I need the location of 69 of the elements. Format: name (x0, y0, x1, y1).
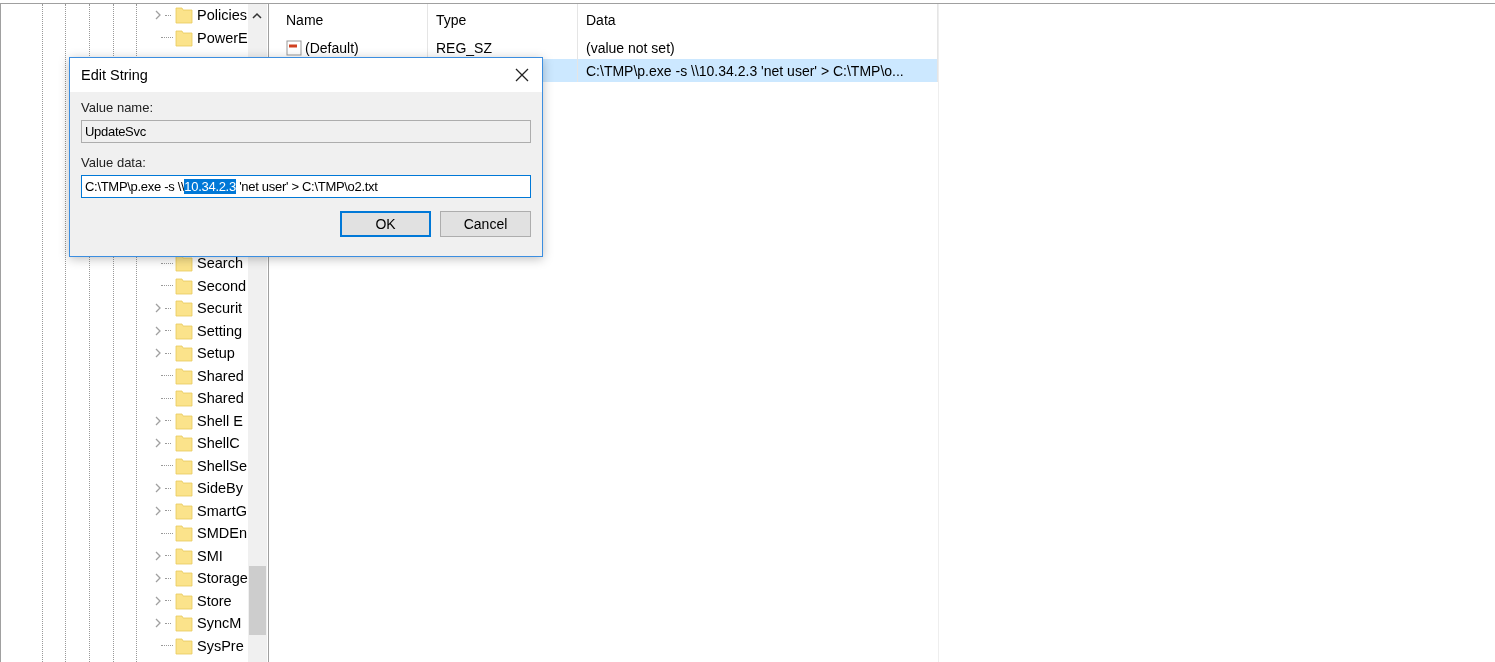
folder-icon (175, 591, 193, 610)
close-icon[interactable] (515, 68, 529, 82)
folder-icon (175, 366, 193, 385)
expand-chevron-icon[interactable] (155, 595, 161, 606)
expand-chevron-icon[interactable] (155, 618, 161, 629)
scroll-up-icon[interactable] (252, 12, 262, 19)
tree-item[interactable]: Shell E (197, 412, 243, 429)
tree-item[interactable]: Shared (197, 390, 244, 407)
folder-icon (175, 456, 193, 475)
column-header[interactable]: Data (578, 4, 938, 36)
folder-icon (175, 569, 193, 588)
field-label: Value name: (81, 100, 155, 115)
dialog-button[interactable]: OK (340, 211, 431, 237)
folder-icon (175, 389, 193, 408)
expand-chevron-icon[interactable] (155, 303, 161, 314)
folder-icon (175, 636, 193, 655)
folder-icon (175, 321, 193, 340)
folder-icon (175, 28, 193, 47)
folder-icon (175, 614, 193, 633)
expand-chevron-icon[interactable] (155, 573, 161, 584)
expand-chevron-icon[interactable] (155, 415, 161, 426)
column-header[interactable]: Type (428, 4, 578, 36)
folder-icon (175, 501, 193, 520)
tree-item[interactable]: Setup (197, 345, 235, 362)
tree-item[interactable]: SideBy (197, 480, 243, 497)
scroll-thumb[interactable] (249, 566, 266, 635)
dialog-title: Edit String (81, 67, 148, 83)
tree-item[interactable]: SmartG (197, 502, 247, 519)
value-type: REG_SZ (436, 39, 492, 56)
folder-icon (175, 276, 193, 295)
tree-item[interactable]: SMDEn (197, 525, 247, 542)
expand-chevron-icon[interactable] (155, 348, 161, 359)
value-data: (value not set) (586, 39, 675, 56)
tree-item[interactable]: SysPre (197, 637, 244, 654)
folder-icon (175, 299, 193, 318)
folder-icon (175, 524, 193, 543)
tree-item[interactable]: SyncM (197, 615, 242, 632)
tree-item[interactable]: Search (197, 255, 243, 272)
expand-chevron-icon[interactable] (155, 483, 161, 494)
tree-item[interactable]: Store (197, 592, 232, 609)
field-label: Value data: (81, 155, 147, 170)
tree-item[interactable]: Storage (197, 570, 248, 587)
expand-chevron-icon[interactable] (155, 550, 161, 561)
folder-icon (175, 6, 193, 25)
value-name: (Default) (305, 39, 359, 56)
value-data-field[interactable]: C:\TMP\p.exe -s \\10.34.2.3 'net user' > C:\TMP\o2.txt (81, 175, 531, 198)
folder-icon (175, 344, 193, 363)
tree-item[interactable]: Shared (197, 367, 244, 384)
dialog-button[interactable]: Cancel (440, 211, 531, 237)
folder-icon (175, 546, 193, 565)
expand-chevron-icon[interactable] (155, 10, 161, 21)
folder-icon (175, 434, 193, 453)
value-name-field[interactable]: UpdateSvc (81, 120, 531, 143)
tree-item[interactable]: SMI (197, 547, 223, 564)
folder-icon (175, 479, 193, 498)
folder-icon (175, 411, 193, 430)
expand-chevron-icon[interactable] (155, 325, 161, 336)
tree-item[interactable]: Second (197, 277, 247, 294)
column-header[interactable]: Name (278, 4, 428, 36)
tree-item[interactable]: ShellC (197, 435, 240, 452)
string-value-icon (286, 39, 302, 56)
tree-item[interactable]: Setting (197, 322, 243, 339)
tree-item[interactable]: Securit (197, 300, 243, 317)
value-data: C:\TMP\p.exe -s \\10.34.2.3 'net user' > C:\TMP\o... (586, 62, 904, 79)
tree-item[interactable]: Policies (197, 7, 247, 24)
tree-item[interactable]: ShellSe (197, 457, 247, 474)
expand-chevron-icon[interactable] (155, 438, 161, 449)
tree-item[interactable]: PowerE (197, 29, 248, 46)
expand-chevron-icon[interactable] (155, 505, 161, 516)
